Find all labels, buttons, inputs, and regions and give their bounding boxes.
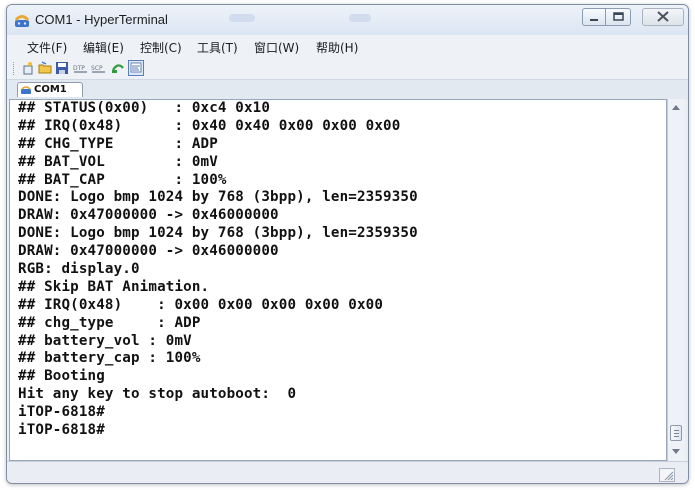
terminal-line: ## Booting (18, 368, 105, 385)
toolbar-grip[interactable] (13, 62, 16, 75)
window-title: COM1 - HyperTerminal (35, 12, 168, 27)
scp-icon[interactable]: SCP (91, 61, 107, 75)
maximize-button[interactable] (605, 8, 631, 26)
menu-bar: 文件(F) 编辑(E) 控制(C) 工具(T) 窗口(W) 帮助(H) (7, 35, 688, 57)
terminal-line: ## BAT_VOL : 0mV (18, 153, 218, 170)
resize-grip-icon[interactable] (659, 468, 675, 482)
minimize-button[interactable] (582, 8, 606, 26)
blurred-region (349, 14, 371, 22)
tab-label: COM1 (34, 84, 67, 95)
terminal-line: DRAW: 0x47000000 -> 0x46000000 (18, 207, 279, 224)
terminal-line: ## STATUS(0x00) : 0xc4 0x10 (18, 100, 271, 116)
scroll-up-arrow-icon[interactable] (672, 105, 680, 110)
scroll-thumb[interactable] (670, 425, 682, 441)
terminal-line: iTOP-6818# (18, 404, 105, 421)
tab-com1[interactable]: COM1 (17, 82, 83, 97)
status-field (13, 466, 653, 482)
minimize-icon (590, 19, 598, 21)
title-bar[interactable]: COM1 - HyperTerminal (7, 5, 688, 35)
terminal-line: ## IRQ(0x48) : 0x00 0x00 0x00 0x00 0x00 (18, 296, 384, 313)
terminal-output: ## STATUS(0x00) : 0xc4 0x10 ## IRQ(0x48) … (18, 100, 418, 440)
menu-file[interactable]: 文件(F) (27, 39, 67, 56)
svg-text:DTP: DTP (73, 65, 85, 72)
terminal-line: ## battery_cap : 100% (18, 350, 201, 367)
scroll-down-arrow-icon[interactable] (672, 449, 680, 454)
disconnect-icon[interactable] (111, 61, 125, 75)
close-button[interactable] (642, 8, 684, 26)
menu-window[interactable]: 窗口(W) (254, 39, 299, 56)
terminal-line: ## Skip BAT Animation. (18, 278, 210, 295)
terminal-line: RGB: display.0 (18, 261, 140, 278)
terminal-line: ## IRQ(0x48) : 0x40 0x40 0x00 0x00 0x00 (18, 117, 401, 134)
svg-text:SCP: SCP (91, 65, 103, 72)
save-icon[interactable] (55, 61, 69, 75)
terminal-area[interactable]: ## STATUS(0x00) : 0xc4 0x10 ## IRQ(0x48) … (9, 99, 667, 461)
menu-edit[interactable]: 编辑(E) (83, 39, 124, 56)
terminal-line: ## chg_type : ADP (18, 314, 201, 331)
terminal-line: ## CHG_TYPE : ADP (18, 135, 218, 152)
open-icon[interactable] (38, 61, 52, 75)
hyperterminal-phone-icon (14, 15, 30, 27)
status-bar (7, 461, 688, 483)
blurred-region (229, 14, 255, 22)
menu-help[interactable]: 帮助(H) (316, 39, 358, 56)
terminal-line: ## BAT_CAP : 100% (18, 171, 227, 188)
dtp-icon[interactable]: DTP (73, 61, 89, 75)
properties-icon[interactable] (128, 60, 144, 76)
tab-bar: COM1 (7, 79, 688, 100)
close-icon (657, 11, 669, 22)
terminal-line: iTOP-6818# (18, 422, 105, 439)
terminal-line: Hit any key to stop autoboot: 0 (18, 386, 297, 403)
menu-tools[interactable]: 工具(T) (197, 39, 238, 56)
terminal-line: ## battery_vol : 0mV (18, 332, 192, 349)
menu-control[interactable]: 控制(C) (140, 39, 182, 56)
connection-icon (21, 86, 31, 94)
toolbar: DTP SCP (7, 57, 688, 79)
maximize-icon (613, 12, 624, 21)
hyperterminal-window: COM1 - HyperTerminal 文件(F) 编辑(E) 控制(C) 工… (6, 4, 689, 484)
vertical-scrollbar[interactable] (667, 99, 685, 461)
new-icon[interactable] (21, 61, 35, 75)
terminal-line: DONE: Logo bmp 1024 by 768 (3bpp), len=2… (18, 189, 418, 206)
terminal-line: DRAW: 0x47000000 -> 0x46000000 (18, 243, 279, 260)
terminal-line: DONE: Logo bmp 1024 by 768 (3bpp), len=2… (18, 225, 418, 242)
